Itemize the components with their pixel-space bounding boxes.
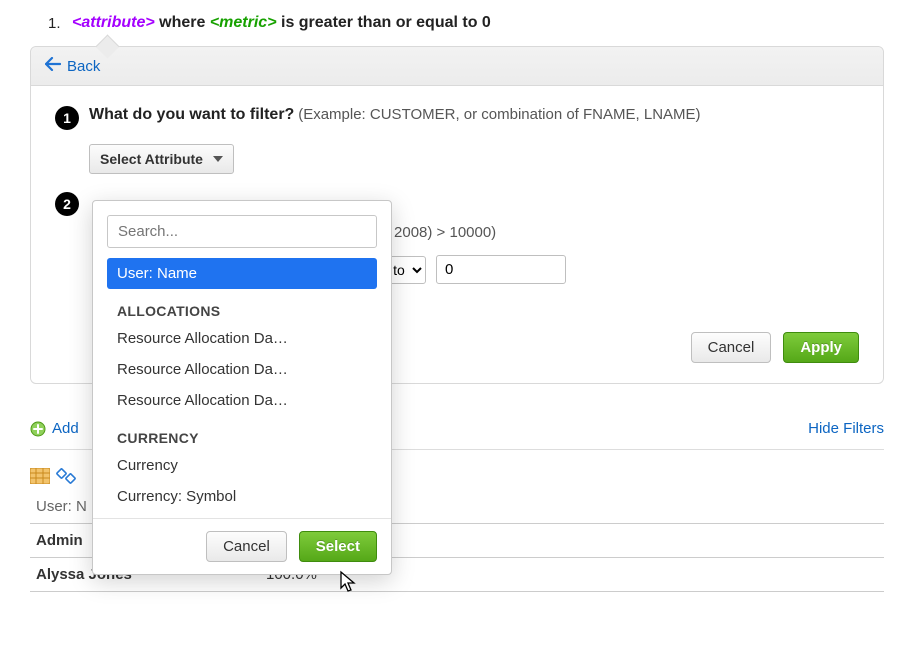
rule-attribute-token[interactable]: <attribute> <box>72 14 155 31</box>
step-1-title: What do you want to filter? <box>89 106 294 123</box>
attribute-option[interactable]: Currency: Symbol <box>107 481 377 512</box>
chevron-down-icon <box>213 156 223 162</box>
grid-view-icon[interactable] <box>30 468 50 484</box>
add-icon <box>30 421 46 437</box>
filter-value-input[interactable] <box>436 255 566 284</box>
attribute-search-input[interactable] <box>107 215 377 248</box>
rule-metric-token[interactable]: <metric> <box>210 14 277 31</box>
attribute-option[interactable]: Resource Allocation Da… <box>107 354 377 385</box>
attribute-option[interactable]: Resource Allocation Da… <box>107 385 377 416</box>
step-1-badge: 1 <box>55 106 79 130</box>
attribute-option[interactable]: Resource Allocation Da… <box>107 323 377 354</box>
back-link[interactable]: Back <box>67 58 100 75</box>
attribute-picker-popover: User: Name ALLOCATIONS Resource Allocati… <box>92 200 392 575</box>
add-filter-label: Add <box>52 420 79 437</box>
panel-cancel-button[interactable]: Cancel <box>691 332 772 363</box>
step-1: 1 What do you want to filter? (Example: … <box>55 106 859 130</box>
step-2-badge: 2 <box>55 192 79 216</box>
widget-icon[interactable] <box>56 468 76 484</box>
select-attribute-dropdown[interactable]: Select Attribute <box>89 144 234 174</box>
popover-select-button[interactable]: Select <box>299 531 377 562</box>
step-1-hint: (Example: CUSTOMER, or combination of FN… <box>298 106 700 123</box>
select-attribute-label: Select Attribute <box>100 151 203 167</box>
panel-apply-button[interactable]: Apply <box>783 332 859 363</box>
hide-filters-link[interactable]: Hide Filters <box>808 420 884 437</box>
add-filter-link[interactable]: Add <box>30 420 79 437</box>
rule-index: 1. <box>48 15 61 32</box>
attribute-option-selected[interactable]: User: Name <box>107 258 377 289</box>
attribute-group-currency: CURRENCY <box>107 416 377 450</box>
filter-rule-summary: 1. <attribute> where <metric> is greater… <box>0 0 914 46</box>
popover-cancel-button[interactable]: Cancel <box>206 531 287 562</box>
back-arrow-icon[interactable] <box>45 57 61 75</box>
attribute-option[interactable]: Currency <box>107 450 377 481</box>
attribute-group-allocations: ALLOCATIONS <box>107 289 377 323</box>
